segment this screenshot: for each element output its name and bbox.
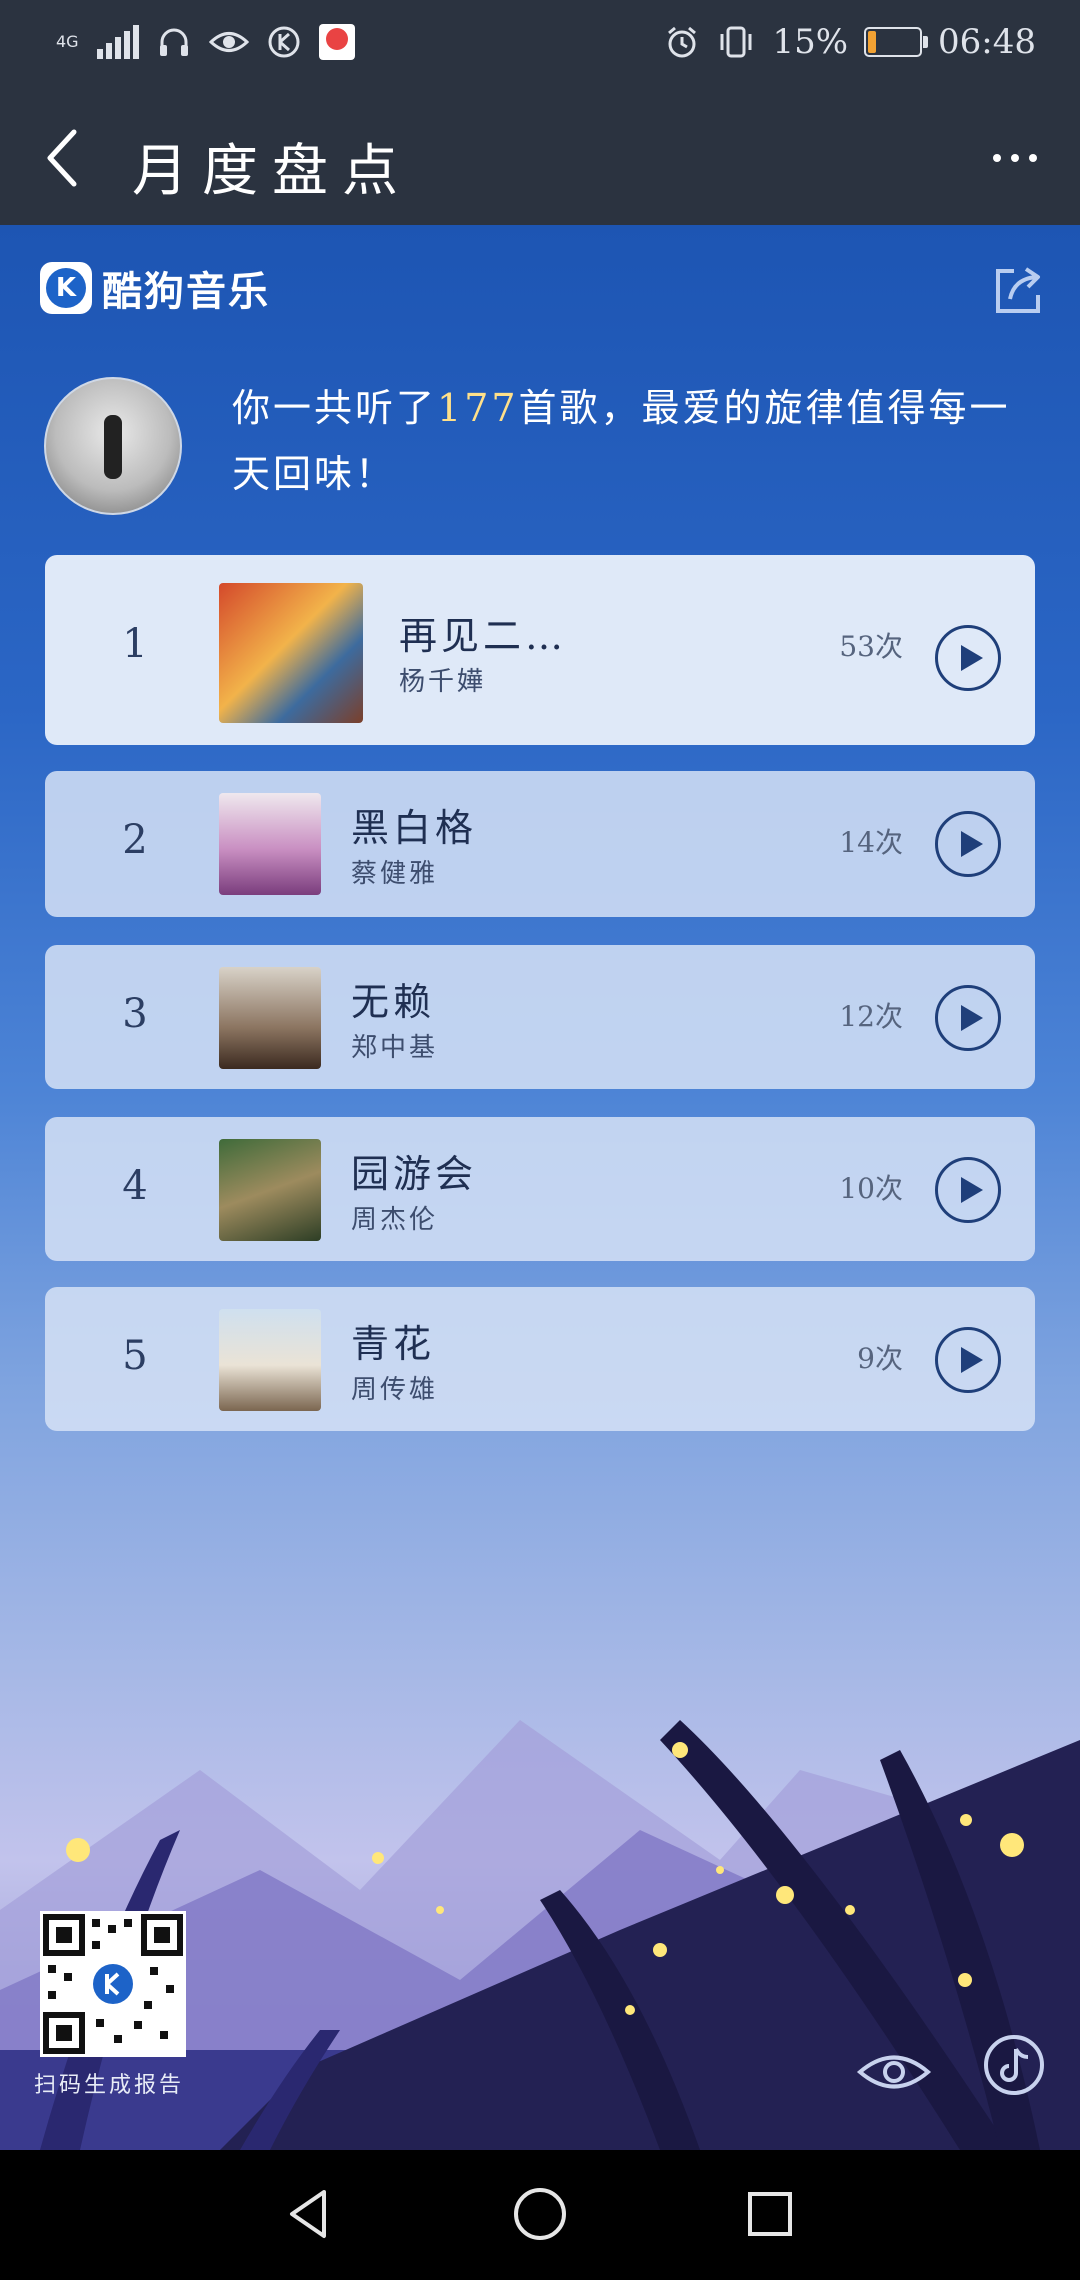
brand: K 酷狗音乐 bbox=[40, 259, 270, 317]
eye-icon bbox=[208, 32, 249, 52]
battery-icon bbox=[864, 27, 929, 57]
back-triangle-icon bbox=[290, 2190, 326, 2238]
page-title: 月度盘点 bbox=[132, 139, 412, 204]
song-rank: 2 bbox=[122, 817, 148, 863]
share-icon bbox=[996, 267, 1040, 313]
nav-back-button[interactable] bbox=[280, 2184, 340, 2244]
play-button[interactable] bbox=[935, 1327, 1001, 1393]
title-bar: 月度盘点 bbox=[0, 92, 1080, 225]
album-cover bbox=[219, 1139, 321, 1241]
song-title: 青花 bbox=[351, 1322, 436, 1366]
song-count: 177 bbox=[437, 386, 519, 430]
kugou-logo-icon: K bbox=[40, 262, 92, 314]
douyin-icon bbox=[984, 2035, 1044, 2095]
listening-summary: 你一共听了177首歌，最爱的旋律值得每一天回味！ bbox=[232, 386, 1011, 496]
song-title: 园游会 bbox=[351, 1152, 478, 1196]
nav-home-button[interactable] bbox=[510, 2184, 570, 2244]
qr-code bbox=[40, 1911, 186, 2057]
play-button[interactable] bbox=[935, 1157, 1001, 1223]
song-artist: 周杰伦 bbox=[351, 1205, 439, 1235]
play-count: 10次 bbox=[839, 1172, 903, 1205]
song-card[interactable]: 4 园游会 周杰伦 10次 bbox=[45, 1117, 1035, 1261]
play-count: 9次 bbox=[857, 1342, 903, 1375]
more-dots-icon bbox=[993, 154, 1001, 162]
share-button[interactable] bbox=[990, 263, 1046, 319]
song-artist: 蔡健雅 bbox=[351, 859, 439, 889]
home-circle-icon bbox=[514, 2188, 566, 2240]
play-count: 14次 bbox=[839, 826, 903, 859]
status-left: 4G bbox=[56, 24, 355, 60]
play-count: 12次 bbox=[839, 1000, 903, 1033]
album-cover bbox=[219, 967, 321, 1069]
song-artist: 周传雄 bbox=[351, 1375, 439, 1405]
back-button[interactable] bbox=[34, 118, 114, 198]
battery-percent: 15% bbox=[772, 22, 849, 62]
qr-label: 扫码生成报告 bbox=[34, 2073, 185, 2098]
app-badge-icon bbox=[318, 24, 355, 60]
song-title: 再见二… bbox=[399, 614, 568, 658]
signal-icon bbox=[96, 25, 139, 59]
album-cover bbox=[219, 583, 363, 723]
avatar bbox=[44, 377, 182, 515]
play-count: 53次 bbox=[839, 630, 903, 663]
back-chevron-icon bbox=[47, 129, 77, 187]
song-title: 黑白格 bbox=[351, 806, 478, 850]
brand-name: 酷狗音乐 bbox=[102, 269, 270, 315]
network-type-label: 4G bbox=[56, 32, 79, 51]
song-title: 无赖 bbox=[351, 980, 436, 1024]
song-rank: 5 bbox=[122, 1333, 148, 1379]
headphones-icon bbox=[159, 28, 188, 56]
album-cover bbox=[219, 1309, 321, 1411]
status-bar: 4G 15% 06:48 bbox=[0, 0, 1080, 92]
eye-icon bbox=[856, 2055, 932, 2089]
douyin-share-button[interactable] bbox=[982, 2033, 1046, 2097]
nav-recents-button[interactable] bbox=[740, 2184, 800, 2244]
recents-square-icon bbox=[748, 2192, 792, 2236]
monthly-report[interactable]: K 酷狗音乐 你一共听了177首歌，最爱的旋律值得每一天回味！ 1 再见二… 杨… bbox=[0, 225, 1080, 2150]
song-artist: 郑中基 bbox=[351, 1033, 439, 1063]
song-rank: 1 bbox=[122, 621, 148, 667]
play-button[interactable] bbox=[935, 625, 1001, 691]
qr-code-icon bbox=[43, 1914, 183, 2054]
more-button[interactable] bbox=[980, 128, 1050, 188]
song-card[interactable]: 1 再见二… 杨千嬅 53次 bbox=[45, 555, 1035, 745]
album-cover bbox=[219, 793, 321, 895]
song-artist: 杨千嬅 bbox=[399, 667, 487, 697]
battery-level bbox=[868, 31, 877, 53]
eye-button[interactable] bbox=[856, 2047, 932, 2097]
vibrate-icon bbox=[720, 26, 752, 58]
song-card[interactable]: 3 无赖 郑中基 12次 bbox=[45, 945, 1035, 1089]
kugou-k-icon bbox=[268, 26, 300, 58]
clock: 06:48 bbox=[938, 22, 1036, 62]
play-button[interactable] bbox=[935, 811, 1001, 877]
song-card[interactable]: 5 青花 周传雄 9次 bbox=[45, 1287, 1035, 1431]
system-nav-bar bbox=[0, 2150, 1080, 2280]
alarm-icon bbox=[668, 26, 697, 58]
song-rank: 4 bbox=[122, 1163, 148, 1209]
play-button[interactable] bbox=[935, 985, 1001, 1051]
song-rank: 3 bbox=[122, 991, 148, 1037]
song-card[interactable]: 2 黑白格 蔡健雅 14次 bbox=[45, 771, 1035, 917]
status-right: 15% 06:48 bbox=[664, 22, 1036, 62]
